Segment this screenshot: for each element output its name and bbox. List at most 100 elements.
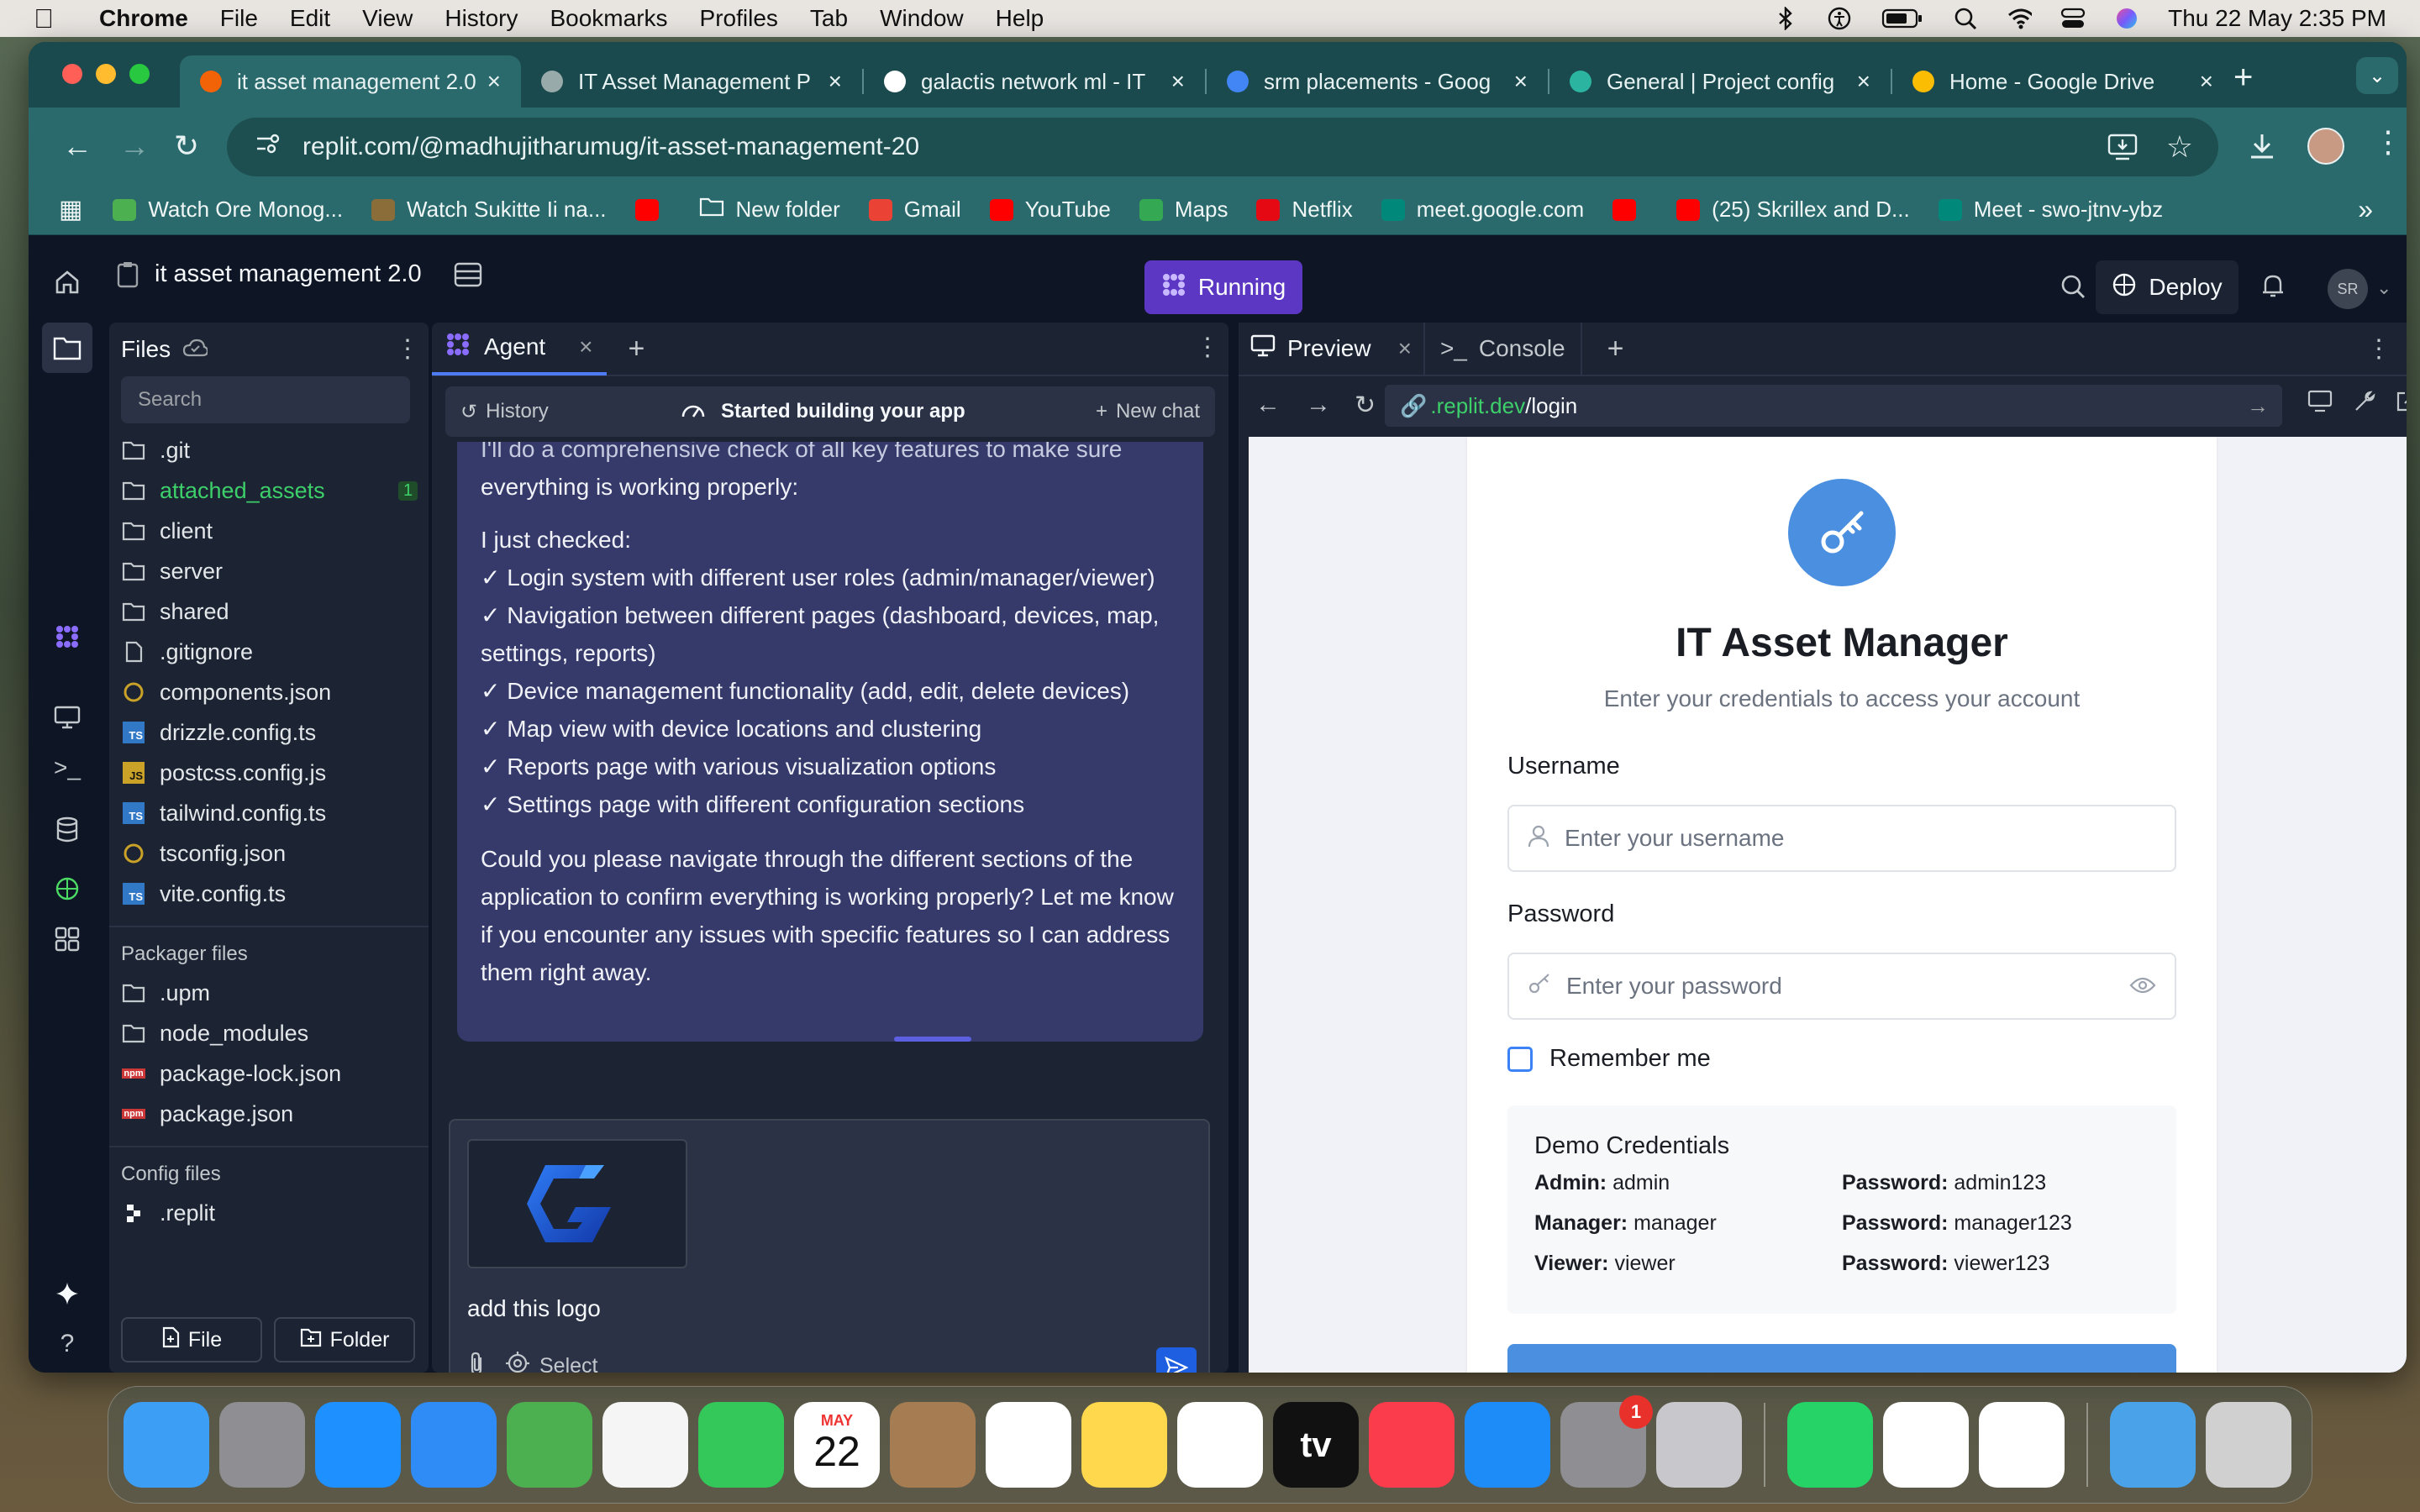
agent-tool-icon[interactable]: [50, 620, 84, 654]
new-tab-button[interactable]: +: [2233, 59, 2253, 97]
bluetooth-icon[interactable]: [1773, 6, 1798, 31]
appstore-icon[interactable]: [1465, 1402, 1550, 1488]
notifications-bell-icon[interactable]: [2260, 272, 2286, 303]
home-icon[interactable]: [54, 269, 81, 300]
new-file-button[interactable]: File: [121, 1317, 262, 1362]
bookmark-star-icon[interactable]: ☆: [2166, 129, 2193, 165]
bookmark-item[interactable]: meet.google.com: [1381, 197, 1584, 223]
folder-item[interactable]: server: [109, 551, 429, 591]
select-element-button[interactable]: Select: [506, 1351, 597, 1373]
history-button[interactable]: ↺ History: [460, 400, 549, 424]
more-bookmarks-icon[interactable]: »: [2358, 194, 2373, 225]
folder-item[interactable]: .upm: [109, 973, 429, 1013]
file-item[interactable]: npm package.json: [109, 1094, 429, 1134]
address-bar[interactable]: replit.com/@madhujitharumug/it-asset-man…: [227, 118, 2218, 176]
remember-me-checkbox[interactable]: Remember me: [1507, 1045, 1711, 1073]
run-button[interactable]: Running: [1144, 260, 1302, 314]
whatsapp-icon[interactable]: [1787, 1402, 1873, 1488]
checkbox[interactable]: [1507, 1046, 1533, 1072]
wifi-icon[interactable]: [2007, 6, 2033, 31]
shell-tool-icon[interactable]: >_: [50, 751, 84, 785]
ai-sparkle-icon[interactable]: [50, 1277, 84, 1310]
folder-item[interactable]: .git: [109, 430, 429, 470]
close-tab-icon[interactable]: ×: [1514, 68, 1528, 95]
preview-forward-icon[interactable]: →: [1306, 391, 1331, 419]
add-tab-icon[interactable]: +: [629, 333, 645, 365]
contacts-icon[interactable]: [890, 1402, 976, 1488]
reload-button[interactable]: ↻: [170, 129, 203, 163]
send-button[interactable]: [1156, 1347, 1197, 1373]
device-view-icon[interactable]: [2307, 390, 2333, 417]
tab-agent[interactable]: Agent ×: [432, 323, 607, 375]
freeform-icon[interactable]: [1177, 1402, 1263, 1488]
folder-icon[interactable]: [2110, 1402, 2196, 1488]
new-chat-button[interactable]: + New chat: [1096, 400, 1200, 423]
browser-tab[interactable]: General | Project config ×: [1549, 55, 1891, 108]
facetime-icon[interactable]: [698, 1402, 784, 1488]
webview-tool-icon[interactable]: [50, 701, 84, 734]
bookmark-item[interactable]: (25) Skrillex and D...: [1676, 197, 1910, 223]
safari-icon[interactable]: [315, 1402, 401, 1488]
vscode-icon[interactable]: [1979, 1402, 2065, 1488]
folder-item[interactable]: client: [109, 511, 429, 551]
bookmark-item[interactable]: Maps: [1139, 197, 1228, 223]
prompt-text[interactable]: add this logo: [467, 1295, 601, 1322]
bookmark-item[interactable]: Watch Ore Monog...: [113, 197, 343, 223]
user-avatar[interactable]: SR: [2328, 269, 2368, 309]
menu-item[interactable]: Window: [880, 5, 964, 32]
menu-item[interactable]: Edit: [290, 5, 330, 32]
close-tab-icon[interactable]: ×: [1171, 68, 1185, 95]
devtools-wrench-icon[interactable]: [2353, 390, 2376, 417]
search-icon[interactable]: [1953, 6, 1978, 31]
appletv-icon[interactable]: tv: [1273, 1402, 1359, 1488]
bookmark-item[interactable]: [634, 198, 671, 221]
downloads-icon[interactable]: [2247, 131, 2277, 165]
bookmark-item[interactable]: Netflix: [1256, 197, 1353, 223]
file-search-input[interactable]: Search: [121, 376, 410, 423]
apple-menu-icon[interactable]: : [34, 3, 59, 34]
browser-tab[interactable]: Home - Google Drive ×: [1892, 55, 2233, 108]
tab-console[interactable]: >_ Console: [1425, 323, 1582, 375]
forward-button[interactable]: →: [118, 129, 151, 163]
deploy-button[interactable]: Deploy: [2096, 260, 2238, 314]
launchpad-icon[interactable]: [219, 1402, 305, 1488]
maps-icon[interactable]: [507, 1402, 592, 1488]
siri-icon[interactable]: [2114, 6, 2139, 31]
browser-tab[interactable]: it asset management 2.0 ×: [180, 55, 521, 108]
project-settings-icon[interactable]: [454, 261, 482, 288]
battery-icon[interactable]: [1881, 6, 1924, 31]
chevron-down-icon[interactable]: ⌄: [2376, 277, 2391, 299]
menu-item[interactable]: Help: [996, 5, 1044, 32]
menu-clock[interactable]: Thu 22 May 2:35 PM: [2168, 5, 2386, 32]
bookmark-item[interactable]: YouTube: [989, 197, 1111, 223]
folder-item[interactable]: attached_assets 1: [109, 470, 429, 511]
file-item[interactable]: JS postcss.config.js: [109, 753, 429, 793]
apps-grid-icon[interactable]: ▦: [59, 195, 82, 224]
folder-item[interactable]: shared: [109, 591, 429, 632]
files-tool-icon[interactable]: [42, 323, 92, 373]
files-menu-icon[interactable]: ⋮: [395, 334, 420, 364]
deployments-tool-icon[interactable]: [50, 872, 84, 906]
tab-search-button[interactable]: ⌄: [2356, 57, 2398, 94]
add-tab-icon[interactable]: +: [1607, 333, 1624, 365]
music-icon[interactable]: [1369, 1402, 1455, 1488]
close-tab-icon[interactable]: ×: [1398, 335, 1412, 362]
preview-url-bar[interactable]: 🔗 .replit.dev /login →: [1385, 385, 2282, 427]
system-settings-icon[interactable]: 1: [1560, 1395, 1653, 1488]
file-item[interactable]: TS tailwind.config.ts: [109, 793, 429, 833]
menu-item[interactable]: File: [220, 5, 258, 32]
file-item[interactable]: TS drizzle.config.ts: [109, 712, 429, 753]
bookmark-item[interactable]: New folder: [699, 197, 840, 223]
menu-item[interactable]: Tab: [810, 5, 848, 32]
browser-tab[interactable]: srm placements - Goog ×: [1207, 55, 1548, 108]
new-folder-button[interactable]: Folder: [274, 1317, 415, 1362]
back-button[interactable]: ←: [60, 129, 94, 163]
help-icon[interactable]: ?: [50, 1327, 84, 1361]
reminders-icon[interactable]: [986, 1402, 1071, 1488]
panel-menu-icon[interactable]: ⋮: [1195, 333, 1220, 362]
menu-item[interactable]: Bookmarks: [550, 5, 667, 32]
open-new-tab-icon[interactable]: [2395, 390, 2407, 417]
menu-item[interactable]: View: [362, 5, 413, 32]
menu-app-name[interactable]: Chrome: [99, 5, 188, 32]
minimize-window-button[interactable]: [96, 64, 116, 84]
